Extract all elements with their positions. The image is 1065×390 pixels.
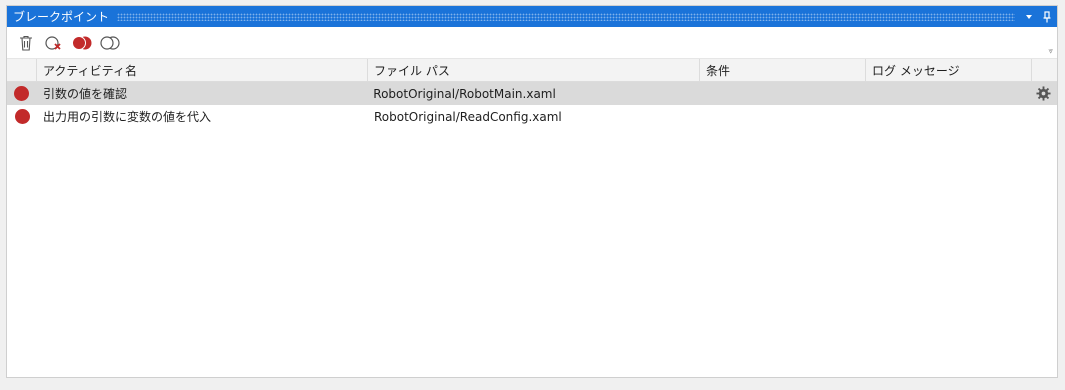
column-header-marker[interactable] — [7, 59, 37, 81]
titlebar-grip[interactable] — [117, 12, 1015, 21]
log-message — [866, 105, 1032, 128]
breakpoint-icon[interactable] — [14, 109, 30, 124]
column-header-activity[interactable]: アクティビティ名 — [37, 59, 368, 81]
panel-titlebar: ブレークポイント — [7, 6, 1057, 27]
gear-icon[interactable] — [1036, 86, 1051, 101]
breakpoint-cell[interactable] — [7, 82, 37, 105]
pin-icon[interactable] — [1039, 9, 1055, 25]
activity-name: 出力用の引数に変数の値を代入 — [43, 110, 212, 124]
disable-breakpoints-icon[interactable] — [99, 32, 121, 54]
collapse-chevron-icon[interactable]: ⩔ — [1048, 46, 1053, 56]
file-path: RobotOriginal/ReadConfig.xaml — [374, 109, 562, 124]
file-path: RobotOriginal/RobotMain.xaml — [373, 86, 556, 101]
column-header-path[interactable]: ファイル パス — [368, 59, 700, 81]
trash-icon[interactable] — [15, 32, 37, 54]
column-header-settings — [1032, 59, 1057, 81]
remove-breakpoint-icon[interactable] — [43, 32, 65, 54]
activity-name: 引数の値を確認 — [42, 87, 127, 101]
condition — [699, 82, 865, 105]
condition — [700, 105, 866, 128]
row-settings-cell — [1032, 105, 1057, 128]
breakpoints-panel: ブレークポイント ⩔ アクティビティ名 ファイル パス 条件 ログ メッセージ — [6, 5, 1058, 378]
toggle-breakpoints-icon[interactable] — [71, 32, 93, 54]
chevron-down-icon[interactable] — [1021, 9, 1037, 25]
row-settings-cell — [1030, 82, 1057, 105]
panel-title: ブレークポイント — [13, 10, 110, 24]
table-row[interactable]: 引数の値を確認 RobotOriginal/RobotMain.xaml — [7, 82, 1057, 105]
column-header-condition[interactable]: 条件 — [700, 59, 866, 81]
table-row[interactable]: 出力用の引数に変数の値を代入 RobotOriginal/ReadConfig.… — [7, 105, 1057, 128]
toolbar — [7, 28, 1057, 58]
breakpoint-cell[interactable] — [7, 105, 37, 128]
log-message — [864, 82, 1030, 105]
breakpoint-icon[interactable] — [14, 86, 30, 101]
breakpoints-table: アクティビティ名 ファイル パス 条件 ログ メッセージ 引数の値を確認 Rob… — [7, 58, 1057, 128]
column-header-log[interactable]: ログ メッセージ — [866, 59, 1032, 81]
table-header: アクティビティ名 ファイル パス 条件 ログ メッセージ — [7, 58, 1057, 82]
